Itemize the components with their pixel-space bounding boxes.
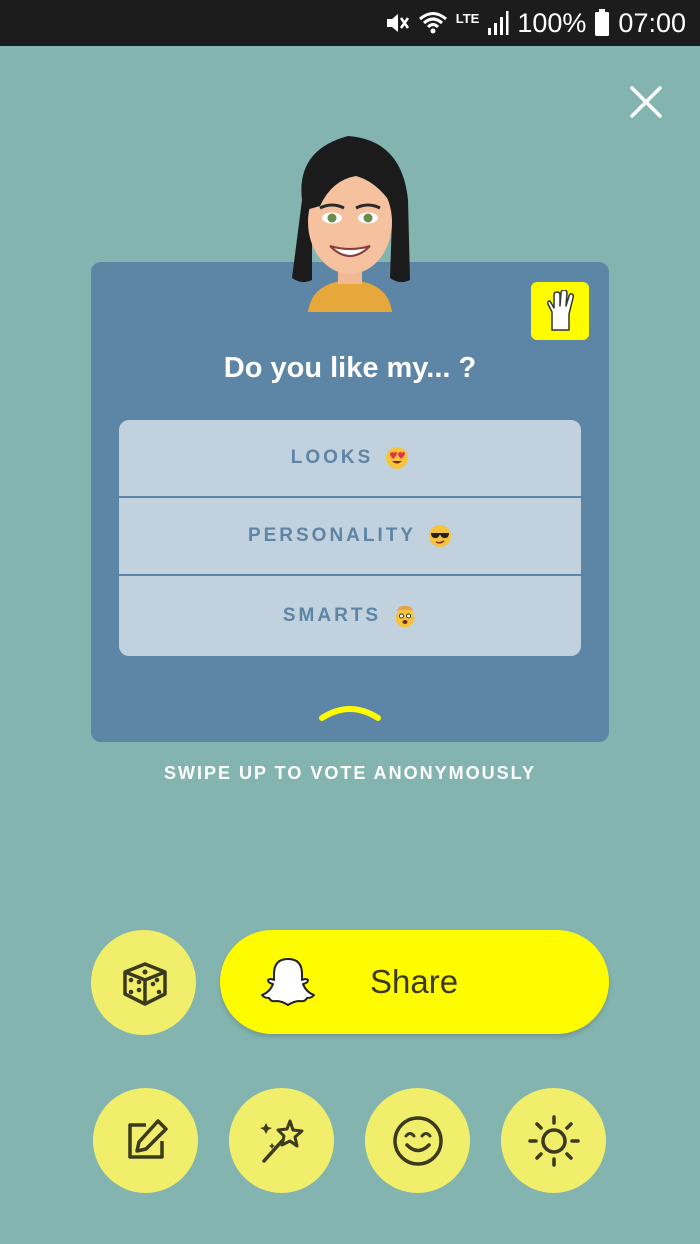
wifi-icon xyxy=(418,12,447,34)
smiley-icon xyxy=(392,1115,443,1166)
randomize-button[interactable] xyxy=(91,930,196,1035)
battery-icon xyxy=(595,9,610,36)
poll-question: Do you like my... ? xyxy=(223,352,477,384)
swipe-hint: SWIPE UP TO VOTE ANONYMOUSLY xyxy=(163,763,537,783)
exploding-head-emoji xyxy=(395,605,415,628)
heart-eyes-emoji xyxy=(386,447,409,469)
brightness-icon xyxy=(527,1114,580,1167)
option-label: LOOKS xyxy=(290,447,374,468)
option-label: PERSONALITY xyxy=(247,525,417,546)
status-icons: LTE 100% 07:00 xyxy=(384,6,686,40)
mute-icon xyxy=(386,14,409,32)
snapchat-ghost-icon xyxy=(261,958,315,1006)
raised-hand-icon xyxy=(547,290,575,331)
option-smarts[interactable]: SMARTS xyxy=(119,576,581,656)
dice-icon xyxy=(122,961,167,1006)
edit-icon xyxy=(127,1118,168,1159)
share-label: Share xyxy=(370,963,459,1000)
battery-percent: 100% xyxy=(517,7,587,38)
lte-label: LTE xyxy=(455,10,480,26)
share-button[interactable]: Share xyxy=(220,930,609,1034)
bitmoji-avatar xyxy=(292,136,410,312)
brightness-button[interactable] xyxy=(501,1088,606,1193)
close-button[interactable] xyxy=(626,82,666,122)
magic-wand-icon xyxy=(259,1119,303,1163)
chevron-up-icon[interactable] xyxy=(318,698,382,724)
clock: 07:00 xyxy=(618,7,686,38)
option-personality[interactable]: PERSONALITY xyxy=(119,498,581,576)
status-bar: LTE 100% 07:00 xyxy=(0,0,700,46)
emoji-button[interactable] xyxy=(365,1088,470,1193)
raise-hand-button[interactable] xyxy=(531,282,589,340)
close-icon xyxy=(630,86,662,118)
option-looks[interactable]: LOOKS xyxy=(119,420,581,498)
magic-button[interactable] xyxy=(229,1088,334,1193)
poll-options: LOOKS PERSONALITY SMARTS xyxy=(119,420,581,656)
edit-button[interactable] xyxy=(93,1088,198,1193)
option-label: SMARTS xyxy=(282,605,382,626)
sunglasses-emoji xyxy=(429,525,452,547)
signal-icon xyxy=(488,11,509,35)
